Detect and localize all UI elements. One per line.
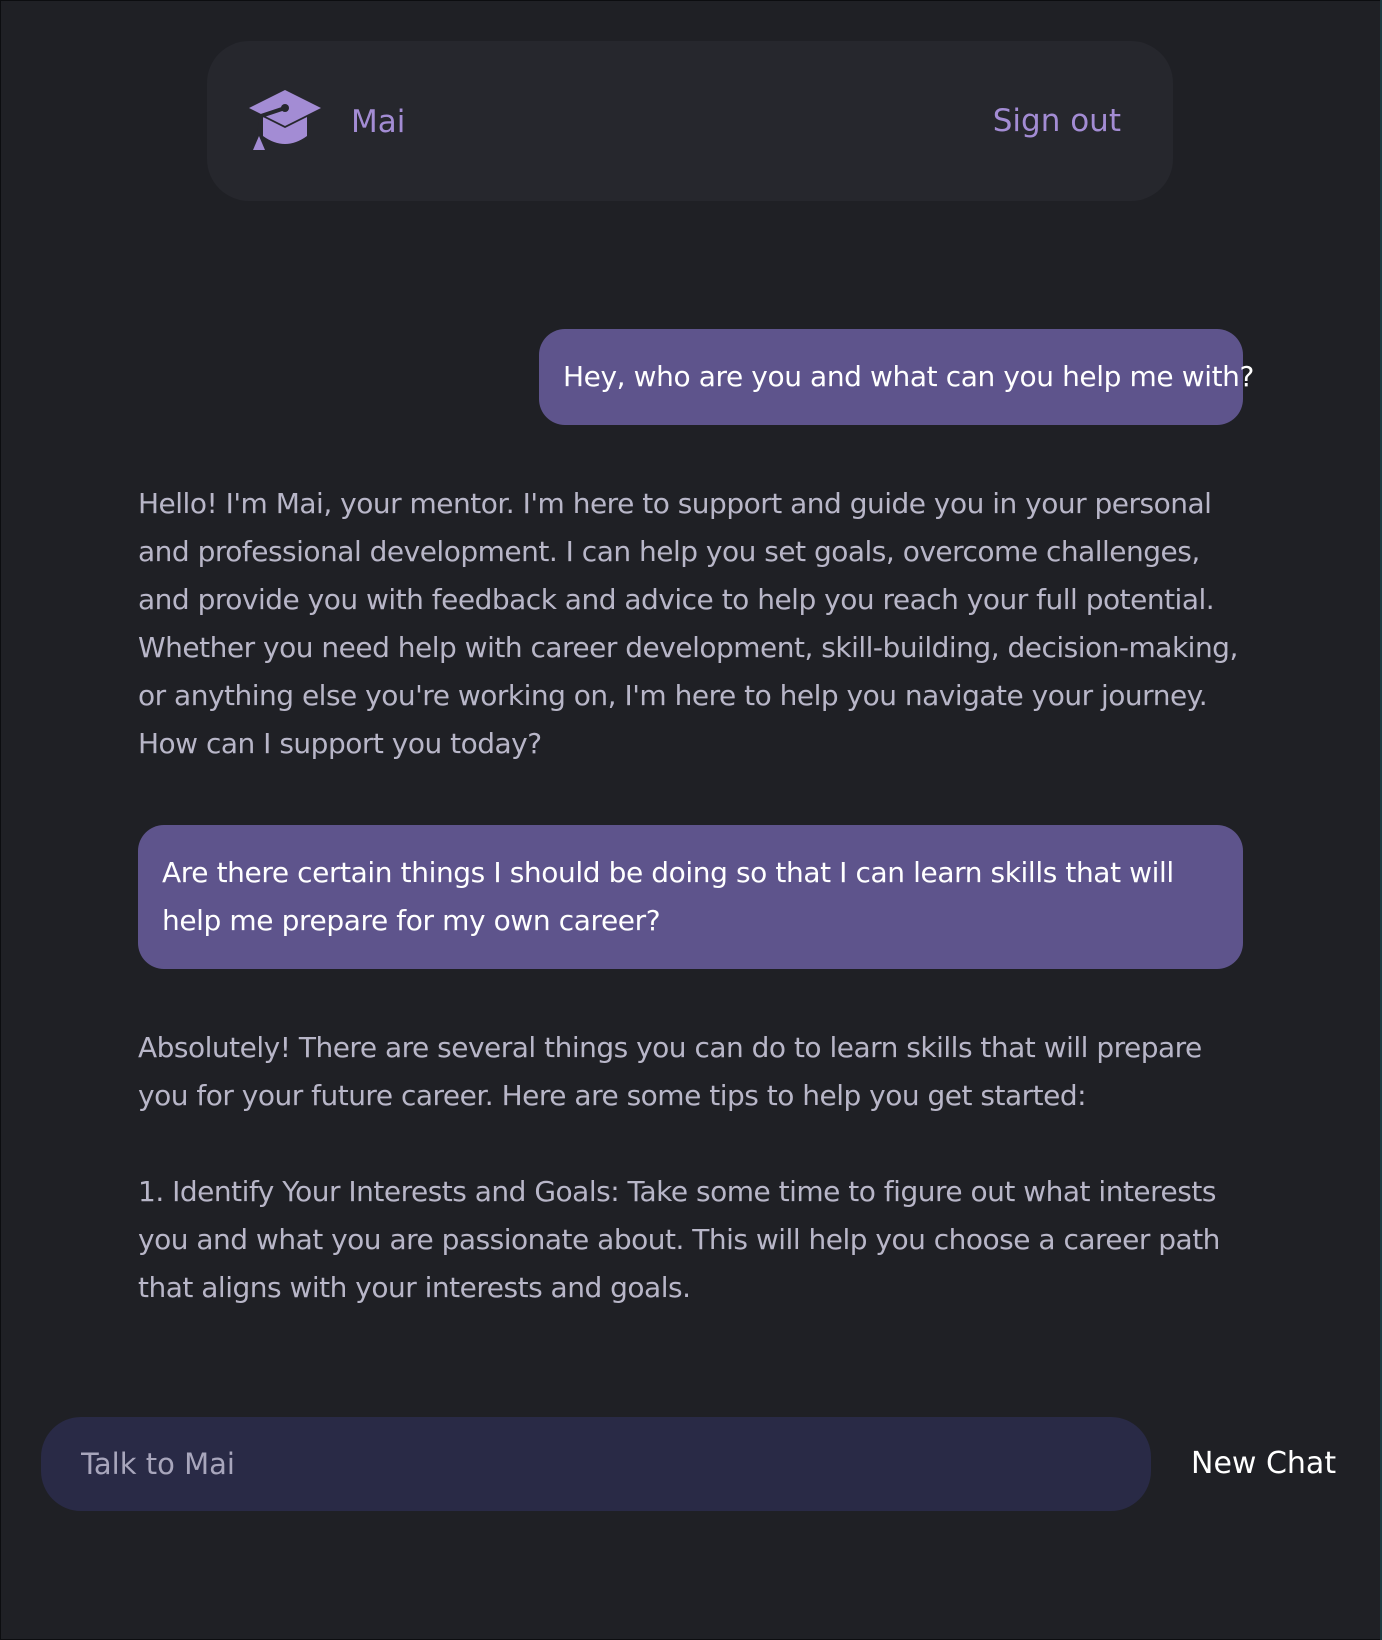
assistant-message-text: Absolutely! There are several things you… (138, 1031, 1202, 1112)
assistant-message-text: Hello! I'm Mai, your mentor. I'm here to… (138, 487, 1238, 760)
user-message: Hey, who are you and what can you help m… (539, 329, 1254, 425)
message-input[interactable] (41, 1417, 1151, 1511)
assistant-message: Hello! I'm Mai, your mentor. I'm here to… (138, 480, 1243, 768)
top-bar: Mai Sign out (207, 41, 1173, 201)
user-message: Are there certain things I should be doi… (138, 825, 1243, 969)
sign-out-button[interactable]: Sign out (993, 101, 1121, 141)
app-window: Mai Sign out Hey, who are you and what c… (0, 0, 1382, 1640)
brand-name: Mai (351, 104, 406, 140)
assistant-message: Absolutely! There are several things you… (138, 1024, 1243, 1312)
new-chat-button[interactable]: New Chat (1191, 1444, 1336, 1484)
assistant-message-text: 1. Identify Your Interests and Goals: Ta… (138, 1175, 1220, 1304)
graduation-cap-icon (249, 90, 321, 150)
